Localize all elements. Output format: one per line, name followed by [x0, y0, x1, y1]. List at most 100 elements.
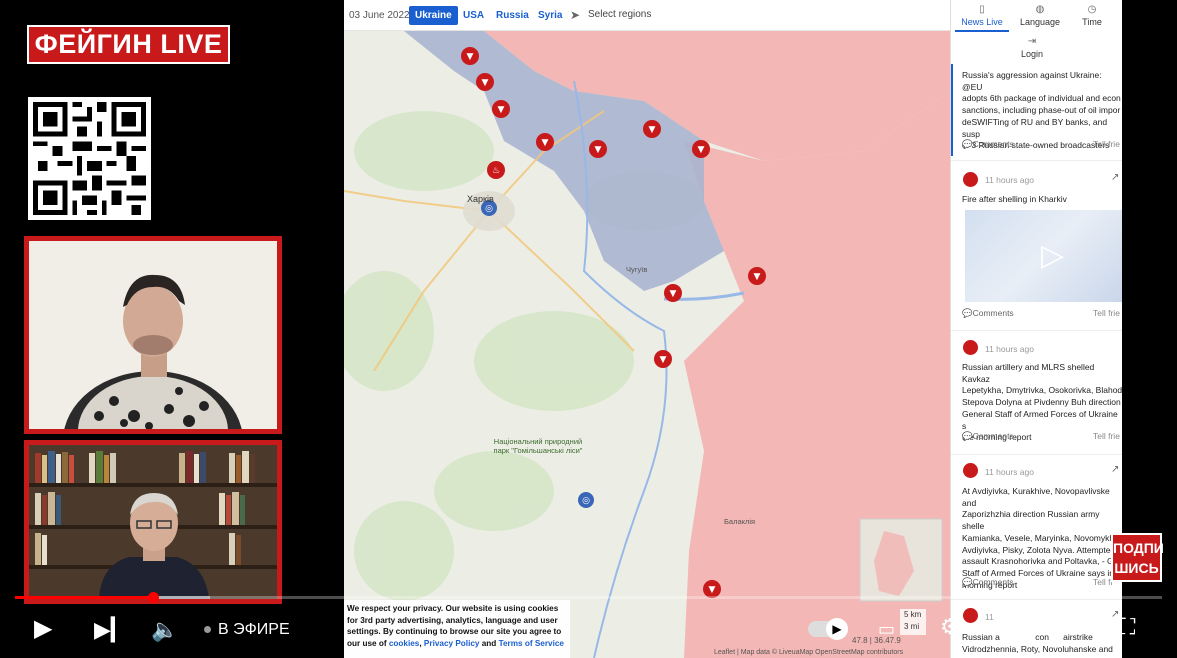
live-indicator-dot	[204, 626, 211, 633]
play-button[interactable]: ▶	[34, 617, 52, 641]
news-side-panel: ▯ News Live ◍ Language ◷ Time ⇥ Login Ru…	[950, 0, 1122, 658]
map-label-natural-park: Національний природний парк "Гомільшансь…	[493, 437, 583, 455]
miniplayer-button[interactable]: ◫	[998, 617, 1019, 639]
privacy-notice: We respect your privacy. Our website is …	[344, 600, 570, 658]
video-thumbnail[interactable]: ▷	[965, 210, 1122, 302]
nav-time[interactable]: ◷ Time	[1067, 4, 1117, 27]
nav-news-live-label: News Live	[961, 17, 1003, 27]
webcam-feed-bottom	[24, 440, 282, 604]
volume-button[interactable]: 🔈	[151, 619, 178, 641]
svg-text:▼: ▼	[670, 289, 677, 299]
globe-icon: ◍	[1035, 4, 1045, 15]
airstrike-pin-icon	[963, 608, 978, 623]
play-icon[interactable]: ▷	[1041, 238, 1064, 273]
navigate-icon: ➤	[570, 8, 581, 22]
live-label[interactable]: В ЭФИРЕ	[218, 621, 290, 639]
news-post-time: 11 hours ago	[985, 175, 1034, 185]
map-date: 03 June 2022	[349, 10, 410, 21]
nav-login[interactable]: ⇥ Login	[1005, 36, 1059, 59]
svg-text:▼: ▼	[467, 52, 474, 62]
comments-link[interactable]: 💬Comments	[962, 139, 1014, 150]
news-post[interactable]: 11 ↗ Russian a con airstrike Vidrodzhenn…	[951, 602, 1122, 658]
artillery-pin-icon	[963, 340, 978, 355]
comments-link[interactable]: 💬Comments	[962, 577, 1014, 588]
news-post-time: 11 hours ago	[985, 344, 1034, 354]
terms-link[interactable]: Terms of Service	[499, 639, 564, 648]
external-link-icon[interactable]: ↗	[1111, 609, 1119, 620]
tell-friends-link[interactable]: Tell frie	[1093, 139, 1120, 149]
svg-text:◎: ◎	[582, 496, 590, 506]
next-button[interactable]: ▶▎	[94, 619, 128, 641]
nav-login-label: Login	[1020, 49, 1044, 59]
map-header: 03 June 2022 Ukraine USA Russia Syria ➤ …	[344, 0, 950, 31]
comments-link[interactable]: 💬Comments	[962, 308, 1014, 319]
tab-russia[interactable]: Russia	[490, 6, 535, 25]
svg-text:▼: ▼	[542, 138, 549, 148]
progress-scrubber[interactable]	[147, 592, 159, 603]
nav-news-live[interactable]: ▯ News Live	[955, 4, 1009, 27]
external-link-icon[interactable]: ↗	[1111, 464, 1119, 475]
svg-text:▼: ▼	[660, 355, 667, 365]
map-label-chuhuiv: Чугуїв	[626, 265, 648, 274]
map-canvas[interactable]: ▼ ▼ ▼ ▼ ▼ ▼ ▼ ♨ ▼ ▼ ▼ ▼ ◎ ◎ Харків Національний п…	[344, 31, 950, 658]
external-link-icon[interactable]: ↗	[1111, 172, 1119, 183]
svg-text:▼: ▼	[649, 125, 656, 135]
progress-played	[15, 596, 153, 599]
privacy-policy-link[interactable]: Privacy Policy	[424, 639, 480, 648]
nav-language[interactable]: ◍ Language	[1013, 4, 1067, 27]
news-post-time: 11	[985, 612, 994, 622]
news-post-text: Fire after shelling in Kharkiv	[962, 194, 1067, 204]
nav-language-label: Language	[1019, 17, 1061, 27]
subscribe-line-1: ПОДПИ	[1113, 540, 1164, 556]
news-post[interactable]: 11 hours ago ↗ At Avdiyivka, Kurakhive, …	[951, 457, 1122, 600]
artillery-pin-icon	[963, 463, 978, 478]
tell-friends-link[interactable]: Tell frie	[1093, 308, 1120, 318]
map-label-balakliia: Балаклія	[724, 517, 756, 526]
svg-text:▼: ▼	[709, 585, 716, 595]
qr-code	[28, 97, 151, 220]
subtitles-button[interactable]: ▭	[878, 618, 895, 640]
autoplay-toggle[interactable]: ▶	[808, 618, 848, 640]
news-post[interactable]: 11 hours ago Russian artillery and MLRS …	[951, 334, 1122, 455]
news-post-time: 11 hours ago	[985, 467, 1034, 477]
tell-friends-link[interactable]: Tell frie	[1093, 431, 1120, 441]
news-post-text: At Avdiyivka, Kurakhive, Novopavlivske a…	[962, 486, 1122, 590]
svg-text:▼: ▼	[595, 145, 602, 155]
news-post-text: Russian a con airstrike Vidrodzhennia, R…	[962, 632, 1113, 654]
svg-text:▼: ▼	[754, 272, 761, 282]
select-regions[interactable]: Select regions	[588, 9, 651, 20]
news-post[interactable]: Russia's aggression against Ukraine: @EU…	[951, 64, 1122, 161]
fire-pin-icon	[963, 172, 978, 187]
theater-mode-button[interactable]: ▭	[1058, 617, 1079, 639]
svg-text:▼: ▼	[498, 105, 505, 115]
clock-icon: ◷	[1087, 4, 1097, 15]
nav-time-label: Time	[1082, 17, 1102, 27]
cookies-link[interactable]: cookies	[389, 639, 420, 648]
privacy-separator: ,	[419, 638, 422, 648]
tab-usa[interactable]: USA	[457, 6, 490, 25]
subscribe-badge[interactable]: ПОДПИ ШИСЬ	[1111, 533, 1164, 582]
svg-text:◎: ◎	[485, 204, 493, 214]
map-scale-km: 5 km	[904, 610, 922, 619]
autoplay-play-icon: ▶	[826, 618, 848, 640]
tab-syria[interactable]: Syria	[532, 6, 568, 25]
svg-text:♨: ♨	[492, 166, 500, 176]
liveuamap-window: 03 June 2022 Ukraine USA Russia Syria ➤ …	[344, 0, 1122, 658]
privacy-and: and	[481, 638, 497, 648]
map-label-kharkiv: Харків	[467, 194, 494, 204]
svg-text:▼: ▼	[482, 78, 489, 88]
news-icon: ▯	[979, 4, 985, 15]
news-post[interactable]: 11 hours ago ↗ Fire after shelling in Kh…	[951, 164, 1122, 331]
map-attribution[interactable]: Leaflet | Map data © LiveuaMap OpenStree…	[714, 649, 903, 656]
comments-link[interactable]: 💬Comments	[962, 431, 1014, 442]
map-scale-mi: 3 mi	[904, 622, 920, 631]
tab-ukraine[interactable]: Ukraine	[409, 6, 458, 25]
subscribe-line-2: ШИСЬ	[1114, 560, 1159, 576]
settings-gear-icon[interactable]: ⚙	[940, 616, 960, 638]
fullscreen-button[interactable]: ⛶	[1120, 616, 1135, 638]
active-tab-underline	[955, 30, 1009, 32]
channel-logo: ФЕЙГИН LIVE	[27, 25, 230, 64]
svg-text:▼: ▼	[698, 145, 705, 155]
login-icon: ⇥	[1027, 36, 1037, 47]
webcam-feed-top	[24, 236, 282, 434]
